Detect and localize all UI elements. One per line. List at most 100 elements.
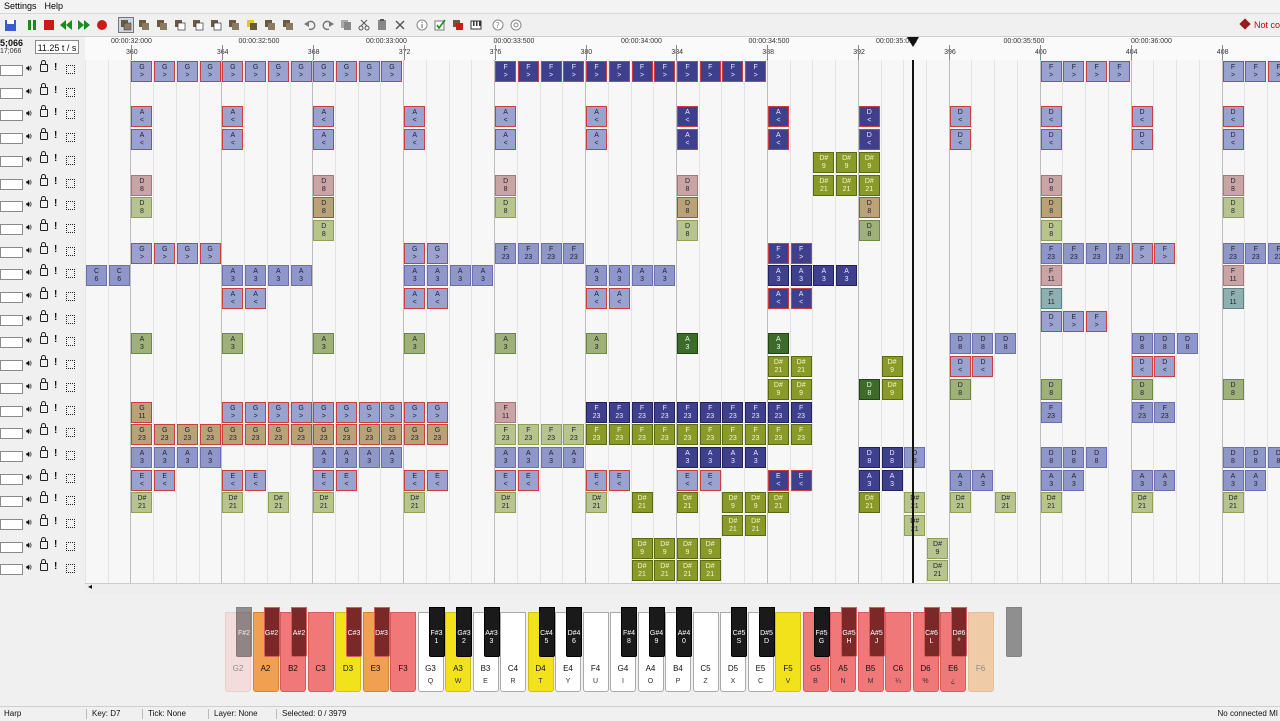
note-block[interactable]: D# 9 bbox=[813, 151, 835, 173]
piano-key-dsharp5[interactable]: D#5 D bbox=[758, 607, 775, 657]
note-block[interactable]: D# 9 bbox=[881, 356, 903, 378]
note-block[interactable]: F> bbox=[1063, 61, 1085, 82]
note-block[interactable]: D < bbox=[1131, 129, 1153, 151]
note-block[interactable]: F> bbox=[1131, 242, 1153, 264]
note-block[interactable]: E < bbox=[426, 469, 448, 491]
note-block[interactable]: A < bbox=[404, 288, 426, 309]
note-block[interactable]: A < bbox=[404, 106, 426, 128]
piano-key-f4[interactable]: F4 U bbox=[582, 612, 609, 692]
solo-icon[interactable]: ! bbox=[54, 85, 57, 96]
lock-icon[interactable] bbox=[40, 468, 48, 481]
note-block[interactable]: A3 bbox=[608, 265, 630, 287]
lock-icon[interactable] bbox=[40, 355, 48, 368]
volume-icon[interactable]: 🔊︎ bbox=[26, 449, 32, 460]
note-block[interactable]: F> bbox=[790, 242, 812, 264]
note-block[interactable]: F23 bbox=[1267, 242, 1280, 264]
lock-icon[interactable] bbox=[40, 445, 48, 458]
note-block[interactable]: D8 bbox=[1086, 446, 1108, 468]
lock-icon[interactable] bbox=[40, 377, 48, 390]
note-block[interactable]: D# 21 bbox=[858, 174, 880, 196]
copy-icon[interactable] bbox=[338, 17, 354, 33]
solo-icon[interactable]: ! bbox=[54, 561, 57, 572]
note-block[interactable]: F23 bbox=[586, 401, 608, 423]
select-layer-icon[interactable] bbox=[66, 246, 75, 256]
note-block[interactable]: F23 bbox=[563, 424, 585, 446]
note-block[interactable]: A3 bbox=[267, 265, 289, 287]
lock-icon[interactable] bbox=[40, 105, 48, 118]
paste-icon[interactable] bbox=[374, 17, 390, 33]
layer-name-field[interactable] bbox=[0, 178, 23, 190]
note-block[interactable]: F23 bbox=[722, 424, 744, 446]
note-block[interactable]: D# 21 bbox=[586, 492, 608, 514]
note-block[interactable]: F> bbox=[1086, 310, 1108, 332]
note-block[interactable]: G 23 bbox=[358, 424, 380, 446]
note-block[interactable]: D8 bbox=[881, 446, 903, 468]
note-block[interactable]: D8 bbox=[1222, 378, 1244, 400]
layer-name-field[interactable] bbox=[0, 269, 23, 281]
select-layer-icon[interactable] bbox=[66, 110, 75, 120]
note-block[interactable]: F23 bbox=[1131, 401, 1153, 423]
note-block[interactable]: A3 bbox=[699, 446, 721, 468]
solo-icon[interactable]: ! bbox=[54, 380, 57, 391]
note-roll[interactable]: G > G > G > G > G > G > G > G > G > G > G > G > F > F > F > F > F > F > F > F >… bbox=[85, 60, 1280, 583]
transpose-icon[interactable] bbox=[262, 17, 278, 33]
note-block[interactable]: D8 bbox=[1040, 219, 1062, 241]
solo-icon[interactable]: ! bbox=[54, 403, 57, 414]
note-block[interactable]: D8 bbox=[949, 333, 971, 355]
note-block[interactable]: E < bbox=[222, 469, 244, 491]
note-block[interactable]: D# 21 bbox=[654, 560, 676, 582]
note-block[interactable]: D8 bbox=[1177, 333, 1199, 355]
note-block[interactable]: F23 bbox=[608, 401, 630, 423]
volume-icon[interactable]: 🔊︎ bbox=[26, 313, 32, 324]
note-block[interactable]: F23 bbox=[790, 401, 812, 423]
note-block[interactable]: F23 bbox=[495, 242, 517, 264]
volume-icon[interactable]: 🔊︎ bbox=[26, 245, 32, 256]
note-block[interactable]: F> bbox=[608, 61, 630, 82]
volume-icon[interactable]: 🔊︎ bbox=[26, 131, 32, 142]
note-block[interactable]: F23 bbox=[540, 242, 562, 264]
note-block[interactable]: A3 bbox=[858, 469, 880, 491]
piano-key-f3[interactable]: F3 bbox=[390, 612, 416, 692]
note-block[interactable]: A3 bbox=[176, 446, 198, 468]
note-block[interactable]: A < bbox=[676, 129, 698, 151]
lock-icon[interactable] bbox=[40, 514, 48, 526]
note-block[interactable]: D# 21 bbox=[404, 492, 426, 514]
note-block[interactable]: A < bbox=[767, 129, 789, 151]
note-block[interactable]: D# 21 bbox=[745, 515, 767, 536]
note-block[interactable]: A < bbox=[222, 106, 244, 128]
note-block[interactable]: A3 bbox=[336, 446, 358, 468]
piano-key-fsharp5[interactable]: F#5 G bbox=[813, 607, 830, 657]
note-block[interactable]: A3 bbox=[745, 446, 767, 468]
note-block[interactable]: F23 bbox=[745, 424, 767, 446]
note-block[interactable]: F 11 bbox=[1040, 265, 1062, 287]
save-icon[interactable] bbox=[2, 17, 18, 33]
info-icon[interactable] bbox=[414, 17, 430, 33]
note-block[interactable]: F 11 bbox=[1040, 288, 1062, 309]
note-block[interactable]: F23 bbox=[654, 401, 676, 423]
note-block[interactable]: D# 21 bbox=[631, 492, 653, 514]
note-block[interactable]: F> bbox=[699, 61, 721, 82]
piano-key-fsharp2[interactable]: F#2 bbox=[236, 607, 252, 657]
solo-icon[interactable]: ! bbox=[54, 289, 57, 300]
note-block[interactable]: E < bbox=[676, 469, 698, 491]
stop-icon[interactable] bbox=[41, 17, 57, 33]
note-block[interactable]: F23 bbox=[1063, 242, 1085, 264]
note-block[interactable]: A < bbox=[245, 288, 267, 309]
layer-name-field[interactable] bbox=[0, 155, 23, 167]
volume-icon[interactable]: 🔊︎ bbox=[26, 86, 32, 97]
lock-icon[interactable] bbox=[40, 559, 48, 572]
note-block[interactable]: A3 bbox=[654, 265, 676, 287]
note-block[interactable]: D# 21 bbox=[904, 515, 926, 536]
lock-icon[interactable] bbox=[40, 332, 48, 345]
lock-icon[interactable] bbox=[40, 150, 48, 163]
note-block[interactable]: D8 bbox=[858, 446, 880, 468]
note-block[interactable]: D# 21 bbox=[676, 492, 698, 514]
layer-name-field[interactable] bbox=[0, 496, 23, 508]
volume-icon[interactable]: 🔊︎ bbox=[26, 222, 32, 233]
note-block[interactable]: D < bbox=[1154, 356, 1176, 378]
note-block[interactable]: A3 bbox=[199, 446, 221, 468]
note-block[interactable]: D# 21 bbox=[927, 560, 948, 582]
note-block[interactable]: F23 bbox=[767, 424, 789, 446]
lock-icon[interactable] bbox=[40, 264, 48, 277]
note-block[interactable]: A3 bbox=[722, 446, 744, 468]
